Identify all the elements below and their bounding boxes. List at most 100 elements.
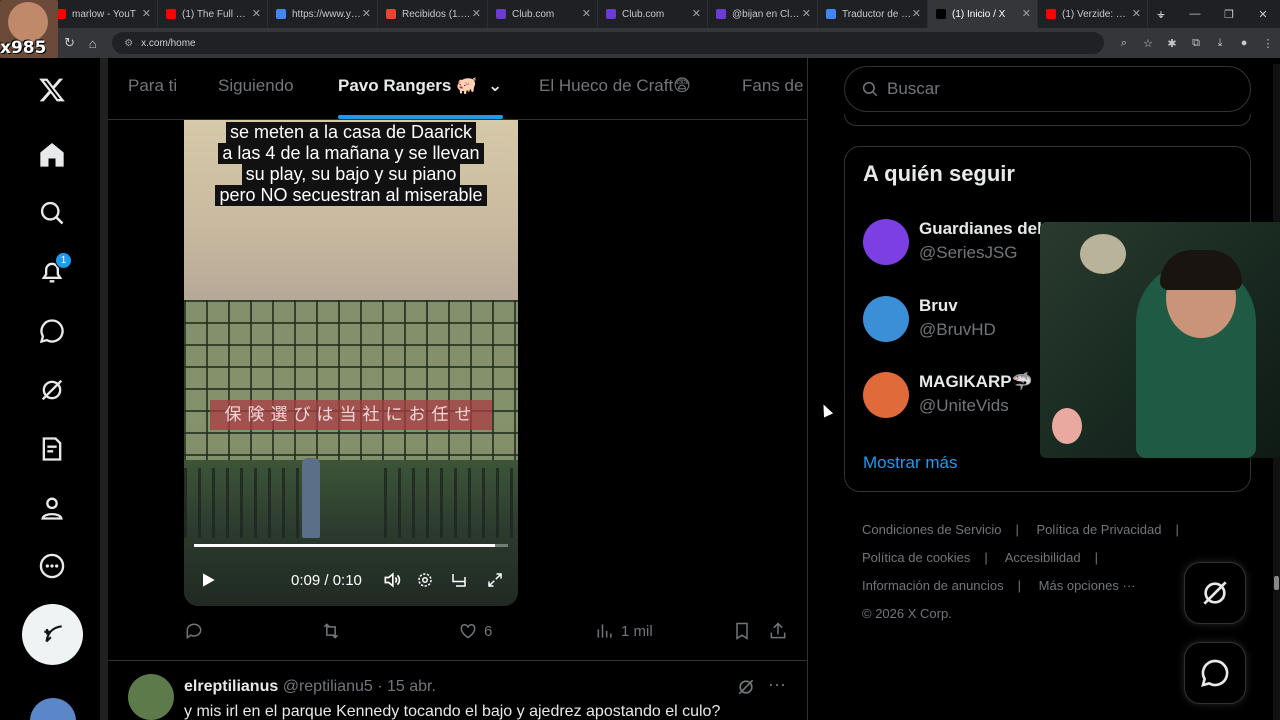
fullscreen-icon[interactable] [483, 568, 507, 592]
tab-title: marlow - YouT [72, 8, 136, 20]
extension-icon[interactable]: ✱ [1160, 37, 1184, 50]
browser-tab[interactable]: Club.com ✕ [598, 0, 708, 28]
window-controls: ⌄ — ❐ ✕ [1144, 0, 1280, 28]
tab-favicon-icon [496, 9, 506, 19]
zoom-icon[interactable]: ⌕ [1112, 37, 1136, 50]
reply-author-name[interactable]: elreptilianus [184, 678, 278, 695]
bookmark-button[interactable] [732, 621, 752, 641]
accessibility-link[interactable]: Accesibilidad [1005, 550, 1081, 565]
video-player[interactable]: se meten a la casa de Daarick a las 4 de… [184, 120, 518, 606]
drafts-nav-icon[interactable] [30, 427, 74, 471]
tab-title: Recibidos (1.066) [402, 8, 472, 20]
account-avatar[interactable] [30, 698, 76, 720]
browser-tab[interactable]: Traductor de Goo✕ [818, 0, 928, 28]
tab-favicon-icon [936, 9, 946, 19]
reply-date[interactable]: 15 abr. [387, 678, 436, 695]
maximize-icon[interactable]: ❐ [1212, 8, 1246, 21]
privacy-link[interactable]: Política de Privacidad [1036, 522, 1161, 537]
minimize-icon[interactable]: — [1178, 8, 1212, 20]
close-tab-icon[interactable]: ✕ [692, 7, 701, 20]
scrollbar-thumb[interactable] [1274, 576, 1279, 590]
views-button[interactable]: 1 mil [595, 621, 653, 641]
bookmark-star-icon[interactable]: ☆ [1136, 37, 1160, 50]
close-tab-icon[interactable]: ✕ [252, 7, 261, 20]
video-progress-fill [194, 544, 496, 547]
more-nav-icon[interactable] [30, 544, 74, 588]
like-button[interactable]: 6 [458, 621, 492, 641]
close-tab-icon[interactable]: ✕ [582, 7, 591, 20]
browser-tab[interactable]: https://www.yout ✕ [268, 0, 378, 28]
left-scrollbar[interactable] [100, 58, 108, 720]
reload-icon[interactable]: ↻ [58, 35, 81, 51]
reply-avatar[interactable] [128, 674, 174, 720]
messages-floating-button[interactable] [1184, 642, 1246, 704]
account-avatar[interactable] [863, 372, 909, 418]
webcam-person-hair [1160, 250, 1242, 290]
volume-icon[interactable] [380, 568, 404, 592]
browser-tab[interactable]: (1) Verzide: El jug✕ [1038, 0, 1148, 28]
browser-tab[interactable]: @bijan en Club.c ✕ [708, 0, 818, 28]
browser-tab[interactable]: Recibidos (1.066)✕ [378, 0, 488, 28]
reply-handle[interactable]: @reptilianu5 [283, 678, 373, 695]
analytics-icon [597, 624, 612, 638]
url-text: x.com/home [141, 37, 196, 49]
grok-nav-icon[interactable] [30, 368, 74, 412]
chevron-down-icon[interactable]: ⌄ [488, 76, 502, 95]
close-tab-icon[interactable]: ✕ [912, 7, 921, 20]
account-avatar[interactable] [863, 296, 909, 342]
puzzle-icon[interactable]: ⧉ [1184, 37, 1208, 50]
home-icon[interactable]: ⌂ [81, 36, 104, 51]
streamer-overlay-logo: x985 [0, 0, 58, 58]
notifications-nav-icon[interactable]: 1 [30, 250, 74, 294]
messages-nav-icon[interactable] [30, 309, 74, 353]
menu-icon[interactable]: ⋮ [1256, 37, 1280, 50]
more-options-icon[interactable]: ··· [768, 674, 786, 695]
picture-in-picture-icon[interactable] [447, 568, 471, 592]
search-nav-icon[interactable] [30, 191, 74, 235]
site-info-icon[interactable]: ⚙ [124, 38, 133, 49]
download-icon[interactable]: ⤓ [1208, 37, 1232, 50]
search-input[interactable]: Buscar [844, 66, 1251, 112]
browser-tab[interactable]: (1) Inicio / X ✕ [928, 0, 1038, 28]
tab-siguiendo[interactable]: Siguiendo [218, 76, 294, 96]
tab-para-ti[interactable]: Para ti [128, 76, 177, 96]
url-field[interactable]: ⚙ x.com/home [112, 32, 1105, 54]
tab-el-hueco-de-craft[interactable]: El Hueco de Craft😨 [539, 76, 691, 96]
close-tab-icon[interactable]: ✕ [1132, 7, 1141, 20]
more-options-link[interactable]: Más opciones ··· [1039, 578, 1136, 593]
tab-title: Traductor de Goo [842, 8, 912, 20]
browser-tab[interactable]: (1) The Full Conte✕ [158, 0, 268, 28]
profile-icon[interactable]: ● [1232, 37, 1256, 49]
repost-button[interactable] [321, 621, 341, 641]
close-tab-icon[interactable]: ✕ [142, 7, 151, 20]
grok-floating-button[interactable] [1184, 562, 1246, 624]
close-tab-icon[interactable]: ✕ [472, 7, 481, 20]
show-more-link[interactable]: Mostrar más [863, 453, 957, 473]
cookies-link[interactable]: Política de cookies [862, 550, 970, 565]
account-name[interactable]: Bruv [919, 296, 958, 316]
tab-pavo-rangers[interactable]: Pavo Rangers 🐖 ⌄ [338, 76, 502, 96]
home-nav-icon[interactable] [30, 133, 74, 177]
ads-info-link[interactable]: Información de anuncios [862, 578, 1004, 593]
close-tab-icon[interactable]: ✕ [1022, 7, 1031, 20]
profile-nav-icon[interactable] [30, 486, 74, 530]
close-tab-icon[interactable]: ✕ [362, 7, 371, 20]
terms-link[interactable]: Condiciones de Servicio [862, 522, 1001, 537]
tab-fans-de[interactable]: Fans de [742, 76, 803, 96]
share-button[interactable] [768, 621, 788, 641]
video-progress-bar[interactable] [194, 544, 508, 547]
reply-button[interactable] [184, 621, 204, 641]
close-window-icon[interactable]: ✕ [1246, 8, 1280, 21]
account-name[interactable]: MAGIKARP🦈 [919, 372, 1033, 392]
grok-icon[interactable] [736, 677, 756, 702]
play-icon[interactable] [196, 568, 220, 592]
compose-post-button[interactable] [22, 604, 83, 665]
chevron-down-icon[interactable]: ⌄ [1144, 8, 1178, 21]
x-logo-icon[interactable] [30, 68, 74, 112]
settings-gear-icon[interactable] [413, 568, 437, 592]
close-tab-icon[interactable]: ✕ [802, 7, 811, 20]
tab-favicon-icon [826, 9, 836, 19]
browser-tab[interactable]: marlow - YouT ✕ [48, 0, 158, 28]
account-avatar[interactable] [863, 219, 909, 265]
browser-tab[interactable]: Club.com ✕ [488, 0, 598, 28]
